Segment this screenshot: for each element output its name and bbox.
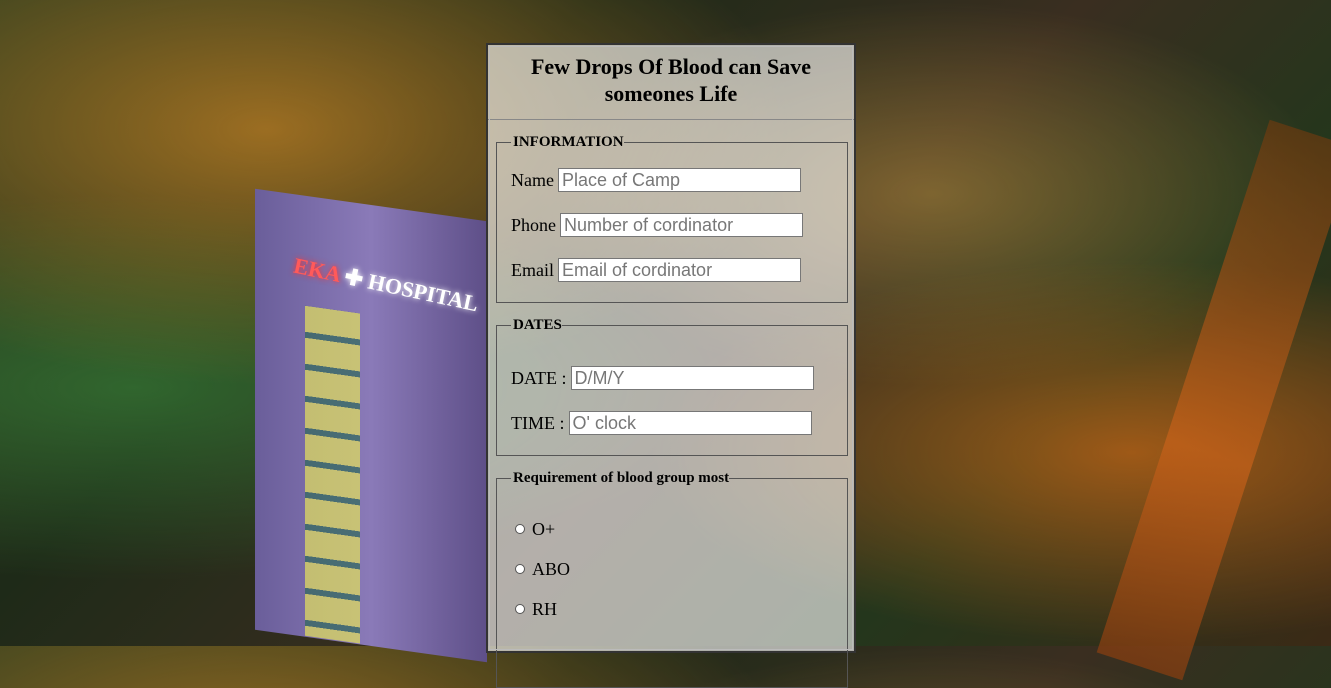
blood-group-section: Requirement of blood group most O+ ABO R… (496, 470, 848, 688)
date-row: DATE : (511, 358, 835, 398)
time-label: TIME : (511, 412, 565, 433)
phone-row: Phone (511, 205, 835, 245)
dates-legend: DATES (513, 317, 562, 333)
city-road (1096, 119, 1331, 681)
blood-group-legend: Requirement of blood group most (513, 470, 730, 486)
radio-label: ABO (532, 558, 571, 579)
radio-button[interactable] (515, 564, 525, 574)
blood-option-o-positive[interactable]: O+ (515, 509, 835, 549)
radio-label: RH (532, 598, 558, 619)
radio-button[interactable] (515, 524, 525, 534)
date-input[interactable] (570, 366, 814, 390)
radio-button[interactable] (515, 604, 525, 614)
information-legend: INFORMATION (513, 134, 624, 150)
phone-label: Phone (511, 214, 556, 235)
email-row: Email (511, 250, 835, 290)
time-input[interactable] (568, 411, 812, 435)
hospital-building (255, 188, 487, 663)
date-label: DATE : (511, 367, 567, 388)
blood-option-rh[interactable]: RH (515, 589, 835, 629)
phone-input[interactable] (560, 213, 803, 237)
page-title: Few Drops Of Blood can Save someones Lif… (488, 53, 854, 120)
email-label: Email (511, 259, 554, 280)
time-row: TIME : (511, 403, 835, 443)
dates-section: DATES DATE : TIME : (496, 317, 848, 456)
name-row: Name (511, 160, 835, 200)
information-section: INFORMATION Name Phone Email (496, 134, 848, 303)
name-input[interactable] (557, 168, 801, 192)
email-input[interactable] (558, 258, 801, 282)
name-label: Name (511, 169, 554, 190)
radio-label: O+ (532, 518, 556, 539)
blood-option-abo[interactable]: ABO (515, 549, 835, 589)
sign-cross-icon: ✚ (342, 263, 366, 292)
blood-camp-form: Few Drops Of Blood can Save someones Lif… (486, 43, 856, 688)
